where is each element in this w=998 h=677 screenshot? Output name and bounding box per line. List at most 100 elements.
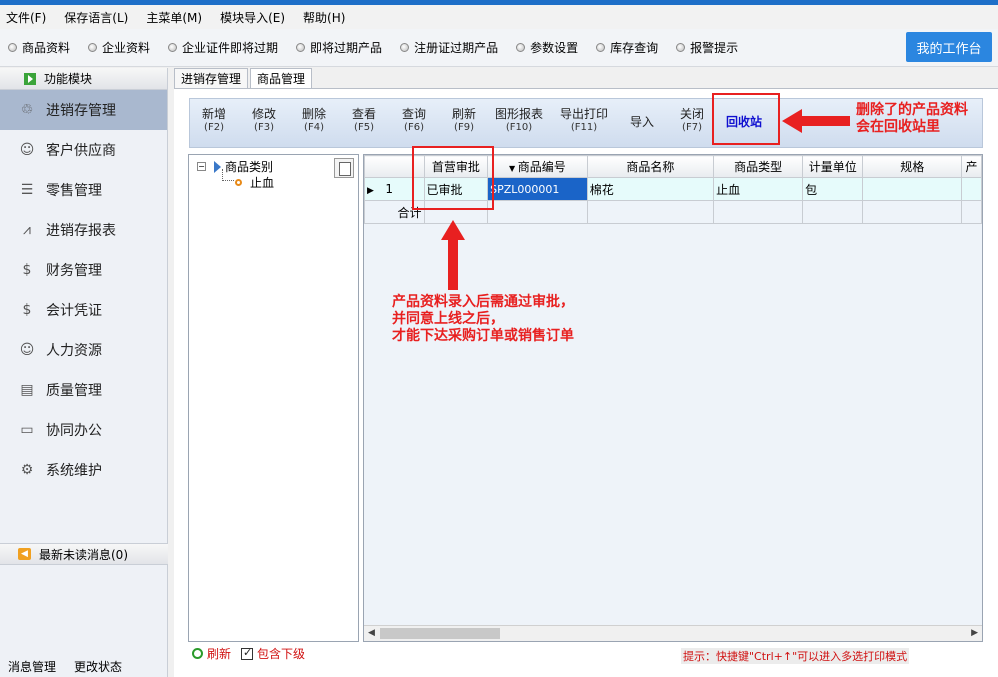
quick-item-license-expiring[interactable]: 企业证件即将过期 <box>168 39 278 56</box>
play-icon <box>24 72 36 85</box>
menu-module-import[interactable]: 模块导入(E) <box>220 9 285 26</box>
export-print-button[interactable]: 导出打印 (F11) <box>560 107 608 135</box>
approval-note: 产品资料录入后需通过审批， 并同意上线之后， 才能下达采购订单或销售订单 <box>392 294 574 344</box>
collapse-icon[interactable]: − <box>197 162 206 171</box>
sidebar-item-reports[interactable]: ⩘ 进销存报表 <box>0 210 167 250</box>
sort-desc-icon: ▼ <box>509 164 518 173</box>
leaf-icon <box>235 179 242 186</box>
refresh-icon <box>192 648 203 659</box>
sidebar-bottom: 消息管理 更改状态 <box>0 655 168 677</box>
bullet-icon <box>596 43 606 52</box>
sidebar-header: 功能模块 <box>0 68 167 90</box>
sidebar-item-quality[interactable]: ▤ 质量管理 <box>0 370 167 410</box>
clipboard-icon: ▤ <box>20 382 34 398</box>
quick-item-expiring-products[interactable]: 即将过期产品 <box>296 39 382 56</box>
bullet-icon <box>8 43 17 52</box>
inventory-icon: ♲ <box>20 102 34 118</box>
menu-file[interactable]: 文件(F) <box>6 9 46 26</box>
arrow-left-icon <box>782 109 850 133</box>
user-icon: ☺ <box>19 142 35 158</box>
tree-connector <box>222 169 234 181</box>
cell-code[interactable]: SPZL000001 <box>487 177 588 201</box>
quick-item-registration-expired[interactable]: 注册证过期产品 <box>400 39 498 56</box>
sidebar-item-inventory[interactable]: ♲ 进销存管理 <box>0 90 167 130</box>
quick-item-alarm[interactable]: 报警提示 <box>676 39 738 56</box>
message-management-link[interactable]: 消息管理 <box>8 658 56 675</box>
col-header-spec[interactable]: 规格 <box>862 155 963 178</box>
col-header-name[interactable]: 商品名称 <box>586 155 715 178</box>
recycle-highlight-box <box>712 93 780 145</box>
chart-report-button[interactable]: 图形报表 (F10) <box>495 107 543 135</box>
include-subcategories-checkbox[interactable]: 包含下级 <box>241 645 305 662</box>
tab-product-management[interactable]: 商品管理 <box>250 68 313 88</box>
bullet-icon <box>516 43 526 52</box>
view-button[interactable]: 查看 (F5) <box>352 107 376 135</box>
voucher-icon: $ <box>22 302 32 318</box>
quick-item-parameter-settings[interactable]: 参数设置 <box>516 39 578 56</box>
query-button[interactable]: 查询 (F6) <box>402 107 426 135</box>
tab-inventory[interactable]: 进销存管理 <box>174 68 249 88</box>
category-tree: − 商品类别 止血 <box>188 154 359 642</box>
gear-icon: ⚙ <box>20 462 34 478</box>
scroll-thumb[interactable] <box>380 628 500 639</box>
menu-main[interactable]: 主菜单(M) <box>146 9 202 26</box>
add-button[interactable]: 新增 (F2) <box>202 107 226 135</box>
cell-type[interactable]: 止血 <box>713 177 804 201</box>
import-button[interactable]: 导入 <box>630 115 654 129</box>
delete-button[interactable]: 删除 (F4) <box>302 107 326 135</box>
col-header-unit[interactable]: 计量单位 <box>802 155 864 178</box>
cell-spec[interactable] <box>862 177 963 201</box>
tree-refresh-link[interactable]: 刷新 <box>192 645 231 662</box>
sidebar: 功能模块 ♲ 进销存管理 ☺ 客户供应商 ☰ 零售管理 ⩘ 进销存报表 $ 财务管理 $ 会… <box>0 68 168 677</box>
sidebar-item-vouchers[interactable]: $ 会计凭证 <box>0 290 167 330</box>
menu-save-language[interactable]: 保存语言(L) <box>64 9 128 26</box>
edit-button[interactable]: 修改 (F3) <box>252 107 276 135</box>
approval-highlight-box <box>412 146 494 210</box>
tree-node-hemostasis[interactable]: 止血 <box>235 174 274 191</box>
document-icon: ☰ <box>20 182 34 198</box>
change-status-link[interactable]: 更改状态 <box>74 658 122 675</box>
cell-unit[interactable]: 包 <box>802 177 864 201</box>
sidebar-item-hr[interactable]: ☺ 人力资源 <box>0 330 167 370</box>
recycle-note: 删除了的产品资料 会在回收站里 <box>856 102 968 135</box>
cell-more[interactable] <box>961 177 982 201</box>
sidebar-item-office[interactable]: ▭ 协同办公 <box>0 410 167 450</box>
my-workbench-button[interactable]: 我的工作台 <box>906 32 992 62</box>
quick-item-stock-query[interactable]: 库存查询 <box>596 39 658 56</box>
bullet-icon <box>296 43 306 52</box>
tree-footer: 刷新 包含下级 <box>192 645 305 662</box>
quick-access-bar: 商品资料 企业资料 企业证件即将过期 即将过期产品 注册证过期产品 参数设置 库… <box>0 29 998 67</box>
col-header-code[interactable]: ▼ 商品编号 <box>487 155 588 178</box>
bullet-icon <box>168 43 178 52</box>
quick-item-company-info[interactable]: 企业资料 <box>88 39 150 56</box>
refresh-button[interactable]: 刷新 (F9) <box>452 107 476 135</box>
speaker-icon: ◀ <box>18 548 31 560</box>
person-icon: ☺ <box>19 342 35 358</box>
sidebar-item-system[interactable]: ⚙ 系统维护 <box>0 450 167 490</box>
col-header-more[interactable]: 产 <box>961 155 982 178</box>
sidebar-item-finance[interactable]: $ 财务管理 <box>0 250 167 290</box>
scroll-left-icon[interactable]: ◀ <box>368 628 375 638</box>
arrow-up-icon <box>441 220 465 290</box>
horizontal-scrollbar[interactable]: ◀ ▶ <box>364 625 982 641</box>
bullet-icon <box>88 43 98 52</box>
tab-strip: 进销存管理 商品管理 <box>174 68 314 88</box>
menu-bar: 文件(F) 保存语言(L) 主菜单(M) 模块导入(E) 帮助(H) <box>0 5 998 29</box>
sidebar-item-customers[interactable]: ☺ 客户供应商 <box>0 130 167 170</box>
cell-name[interactable]: 棉花 <box>586 177 715 201</box>
quick-item-product-info[interactable]: 商品资料 <box>8 39 70 56</box>
col-header-type[interactable]: 商品类型 <box>713 155 804 178</box>
money-icon: $ <box>22 262 32 278</box>
close-button[interactable]: 关闭 (F7) <box>680 107 704 135</box>
checkbox-checked-icon <box>241 646 254 660</box>
scroll-right-icon[interactable]: ▶ <box>971 628 978 638</box>
folder-arrow-icon <box>214 160 221 173</box>
menu-help[interactable]: 帮助(H) <box>303 9 345 26</box>
monitor-icon: ▭ <box>20 422 34 438</box>
shortcut-hint: 提示：快捷键"Ctrl+↑"可以进入多选打印模式 <box>681 648 910 664</box>
bullet-icon <box>676 43 686 52</box>
sidebar-item-retail[interactable]: ☰ 零售管理 <box>0 170 167 210</box>
tree-root-node[interactable]: − 商品类别 <box>197 158 273 175</box>
tree-option-button[interactable] <box>334 158 354 178</box>
unread-messages[interactable]: ◀ 最新未读消息(0) <box>0 543 168 565</box>
